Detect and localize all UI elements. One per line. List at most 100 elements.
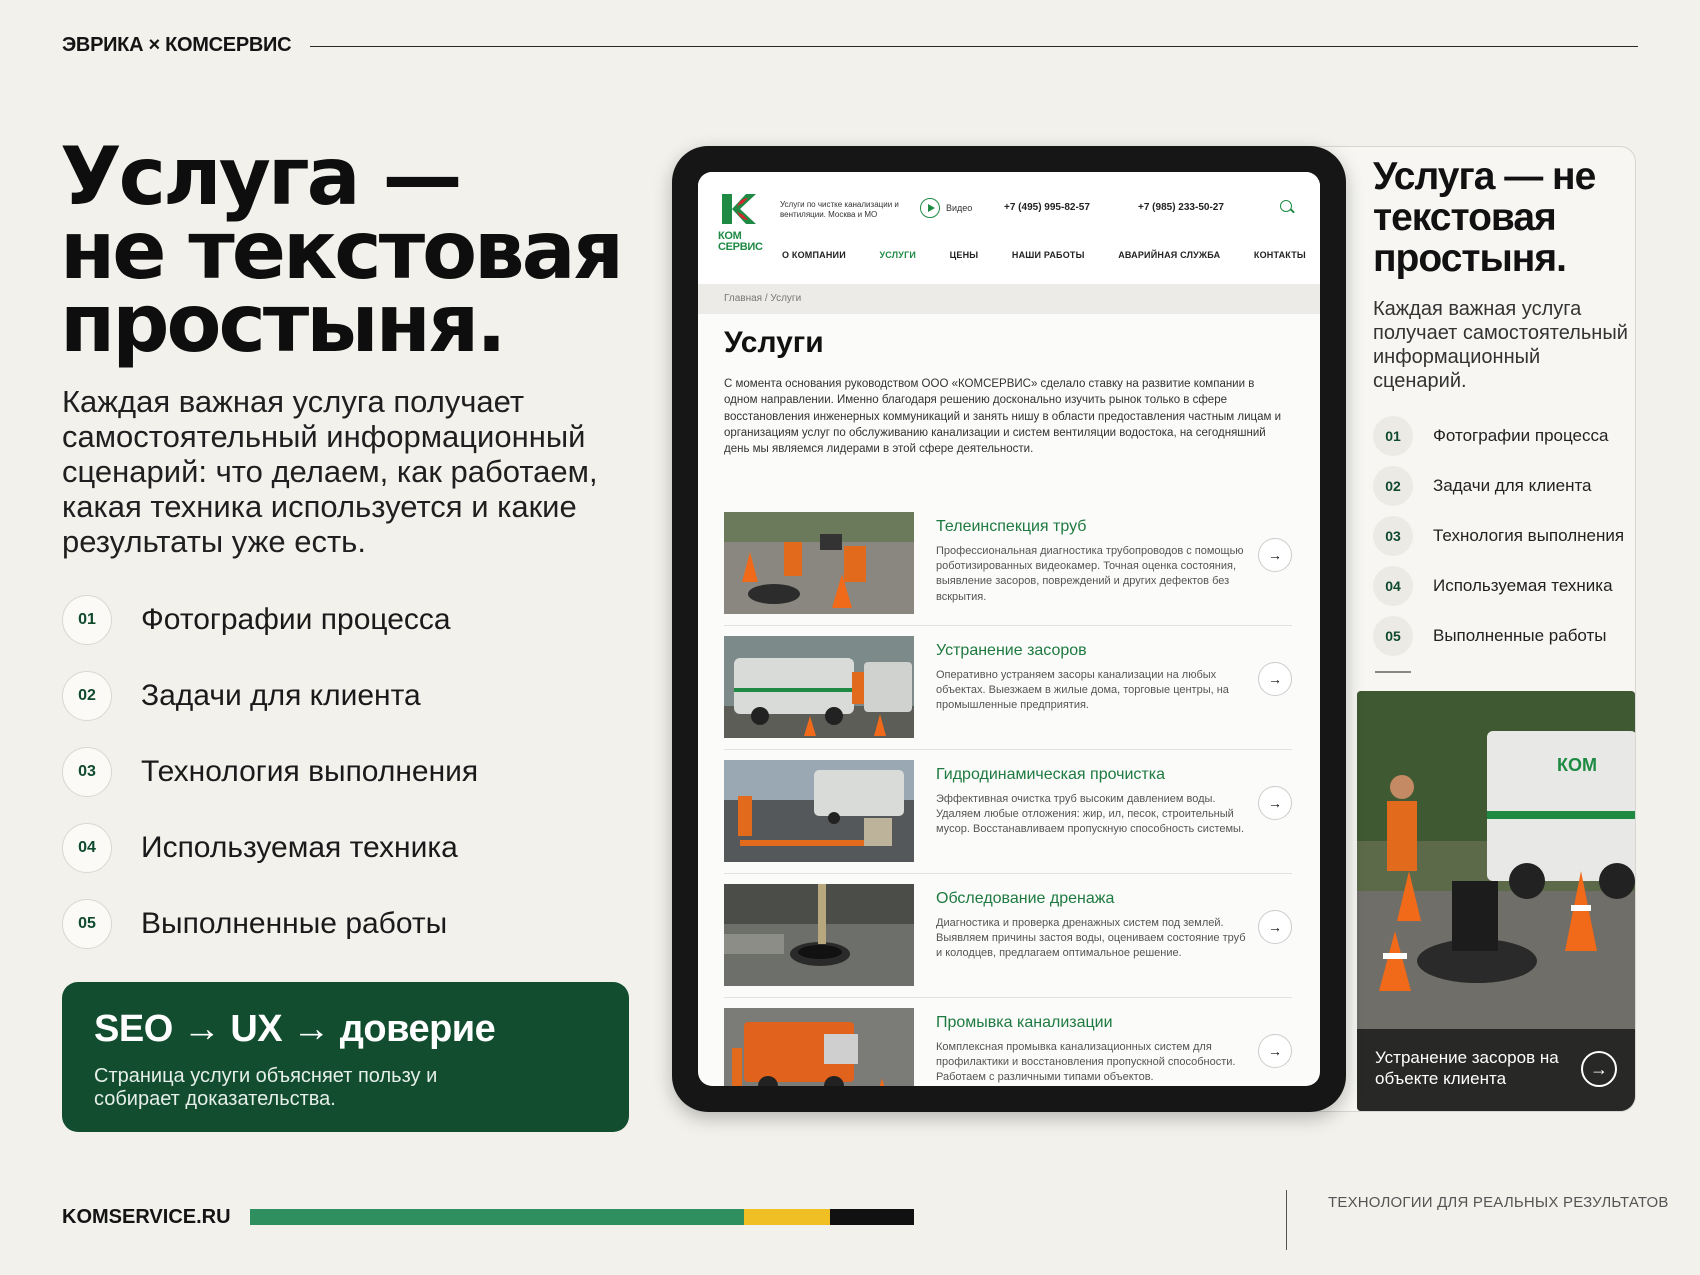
tagline: ТЕХНОЛОГИИ ДЛЯ РЕАЛЬНЫХ РЕЗУЛЬТАТОВ: [1328, 1194, 1669, 1211]
hero-lead: Каждая важная услуга получает самостояте…: [62, 384, 598, 560]
step-label: Фотографии процесса: [141, 603, 451, 636]
service-photo: [724, 512, 914, 614]
intro-text: С момента основания руководством ООО «КО…: [724, 378, 1282, 456]
step-number: 02: [62, 671, 112, 721]
service-title[interactable]: Телеинспекция труб: [936, 518, 1086, 536]
side-step-item: 05 Выполненные работы: [1373, 611, 1635, 661]
site-header: КОМ СЕРВИС Услуги по чистке канализации …: [698, 172, 1320, 284]
tablet-screen: КОМ СЕРВИС Услуги по чистке канализации …: [698, 172, 1320, 1086]
arrow-right-icon[interactable]: →: [1258, 1034, 1292, 1068]
arrow-right-icon[interactable]: →: [1258, 662, 1292, 696]
side-step-item: 04 Используемая техника: [1373, 561, 1635, 611]
breadcrumb[interactable]: Главная / Услуги: [724, 293, 801, 304]
nav-item-about[interactable]: О КОМПАНИИ: [782, 250, 846, 260]
side-step-number: 03: [1373, 516, 1413, 556]
color-bar-green: [250, 1209, 744, 1225]
phone-link-1[interactable]: +7 (495) 995-82-57: [1004, 202, 1090, 213]
side-step-label: Используемая техника: [1433, 576, 1613, 595]
side-title: Услуга — не текстовая простыня.: [1373, 155, 1596, 280]
side-step-item: 03 Технология выполнения: [1373, 511, 1635, 561]
service-item[interactable]: Обследование дренажа Диагностика и прове…: [724, 874, 1292, 998]
arrow-right-icon[interactable]: →: [1258, 786, 1292, 820]
side-photo[interactable]: КОМ Устранение засоров на объекте клиент…: [1357, 691, 1635, 1111]
hero-title-line: простыня.: [60, 277, 507, 371]
arrow-right-icon[interactable]: →: [1258, 910, 1292, 944]
nav-item-works[interactable]: НАШИ РАБОТЫ: [1012, 250, 1085, 260]
service-title[interactable]: Обследование дренажа: [936, 890, 1114, 908]
service-photo: [724, 760, 914, 862]
side-step-label: Фотографии процесса: [1433, 426, 1609, 445]
logo-text: КОМ СЕРВИС: [718, 230, 763, 253]
top-divider: [310, 46, 1638, 47]
step-label: Задачи для клиента: [141, 679, 421, 712]
color-bar-yellow: [744, 1209, 830, 1225]
brand-label: ЭВРИКА × КОМСЕРВИС: [62, 34, 292, 56]
side-step-number: 01: [1373, 416, 1413, 456]
site-url: KOMSERVICE.RU: [62, 1206, 231, 1228]
color-bar-black: [830, 1209, 914, 1225]
side-step-item: 02 Задачи для клиента: [1373, 461, 1635, 511]
tablet-frame: КОМ СЕРВИС Услуги по чистке канализации …: [672, 146, 1346, 1112]
service-item[interactable]: Устранение засоров Оперативно устраняем …: [724, 626, 1292, 750]
side-lead: Каждая важная услуга получает самостояте…: [1373, 298, 1628, 392]
cta-card: SEO → UX → доверие Страница услуги объяс…: [62, 982, 629, 1132]
arrow-right-icon[interactable]: →: [1258, 538, 1292, 572]
nav-item-contacts[interactable]: КОНТАКТЫ: [1254, 250, 1306, 260]
service-item[interactable]: Гидродинамическая прочистка Эффективная …: [724, 750, 1292, 874]
breadcrumb-bar: Главная / Услуги: [698, 284, 1320, 314]
step-label: Выполненные работы: [141, 907, 448, 940]
service-photo: [724, 1008, 914, 1086]
step-number: 01: [62, 595, 112, 645]
side-step-number: 04: [1373, 566, 1413, 606]
side-step-number: 02: [1373, 466, 1413, 506]
video-link[interactable]: Видео: [920, 198, 972, 218]
step-number: 04: [62, 823, 112, 873]
side-step-label: Задачи для клиента: [1433, 476, 1592, 495]
service-description: Эффективная очистка труб высоким давлени…: [936, 793, 1244, 836]
arrow-right-icon[interactable]: →: [1581, 1051, 1617, 1087]
phone-link-2[interactable]: +7 (985) 233-50-27: [1138, 202, 1224, 213]
service-title[interactable]: Промывка канализации: [936, 1014, 1113, 1032]
side-steps-list: 01 Фотографии процесса 02 Задачи для кли…: [1373, 411, 1635, 661]
logo-mark-icon: [722, 194, 756, 224]
video-label: Видео: [946, 203, 973, 213]
service-description: Оперативно устраняем засоры канализации …: [936, 669, 1229, 712]
service-description: Профессиональная диагностика трубопровод…: [936, 545, 1244, 603]
side-step-number: 05: [1373, 616, 1413, 656]
cta-text: Страница услуги объясняет пользу и собир…: [94, 1065, 438, 1110]
step-item: 05 Выполненные работы: [62, 886, 622, 962]
search-icon[interactable]: [1280, 200, 1292, 212]
step-item: 03 Технология выполнения: [62, 734, 622, 810]
play-icon: [920, 198, 940, 218]
side-step-item: 01 Фотографии процесса: [1373, 411, 1635, 461]
nav-item-emergency[interactable]: АВАРИЙНАЯ СЛУЖБА: [1118, 250, 1220, 260]
service-description: Комплексная промывка канализационных сис…: [936, 1041, 1236, 1084]
footer-divider: [1286, 1190, 1287, 1250]
step-number: 05: [62, 899, 112, 949]
step-number: 03: [62, 747, 112, 797]
cta-title: SEO → UX → доверие: [94, 1008, 496, 1050]
service-item[interactable]: Промывка канализации Комплексная промывк…: [724, 998, 1292, 1086]
hero-title-line: не текстовая: [60, 203, 624, 297]
nav-item-prices[interactable]: ЦЕНЫ: [950, 250, 979, 260]
header-description: Услуги по чистке канализации и вентиляци…: [780, 200, 899, 219]
step-label: Используемая техника: [141, 831, 458, 864]
step-item: 01 Фотографии процесса: [62, 582, 622, 658]
hero-title-line: Услуга —: [60, 130, 462, 223]
service-item[interactable]: Телеинспекция труб Профессиональная диаг…: [724, 502, 1292, 626]
service-photo: [724, 884, 914, 986]
service-description: Диагностика и проверка дренажных систем …: [936, 917, 1246, 960]
hero-title: Услуга — не текстовая простыня.: [60, 130, 660, 371]
side-step-label: Технология выполнения: [1433, 526, 1625, 545]
nav-item-services[interactable]: УСЛУГИ: [879, 250, 916, 260]
service-title[interactable]: Устранение засоров: [936, 642, 1087, 660]
page-title: Услуги: [724, 326, 824, 359]
svg-text:КОМ: КОМ: [1557, 755, 1597, 775]
komservice-logo[interactable]: КОМ СЕРВИС: [718, 192, 763, 253]
service-photo: [724, 636, 914, 738]
main-nav: О КОМПАНИИ УСЛУГИ ЦЕНЫ НАШИ РАБОТЫ АВАРИ…: [782, 250, 1306, 260]
side-caption-text: Устранение засоров на объекте клиента: [1375, 1048, 1559, 1089]
services-list: Телеинспекция труб Профессиональная диаг…: [724, 502, 1292, 1086]
service-title[interactable]: Гидродинамическая прочистка: [936, 766, 1165, 784]
side-divider: [1375, 671, 1411, 673]
